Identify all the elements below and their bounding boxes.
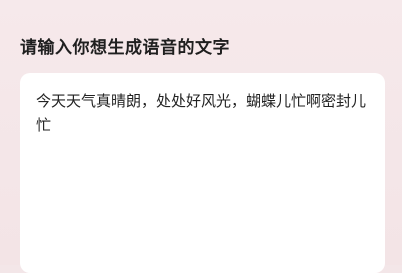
page-title: 请输入你想生成语音的文字 xyxy=(20,38,230,58)
speech-text-input[interactable]: 今天天气真晴朗，处处好风光，蝴蝶儿忙啊密封儿忙 xyxy=(36,89,371,137)
watermark: 6CK9SEMKH.APP xyxy=(139,233,263,249)
page: 请输入你想生成语音的文字 今天天气真晴朗，处处好风光，蝴蝶儿忙啊密封儿忙 6CK… xyxy=(0,0,402,273)
